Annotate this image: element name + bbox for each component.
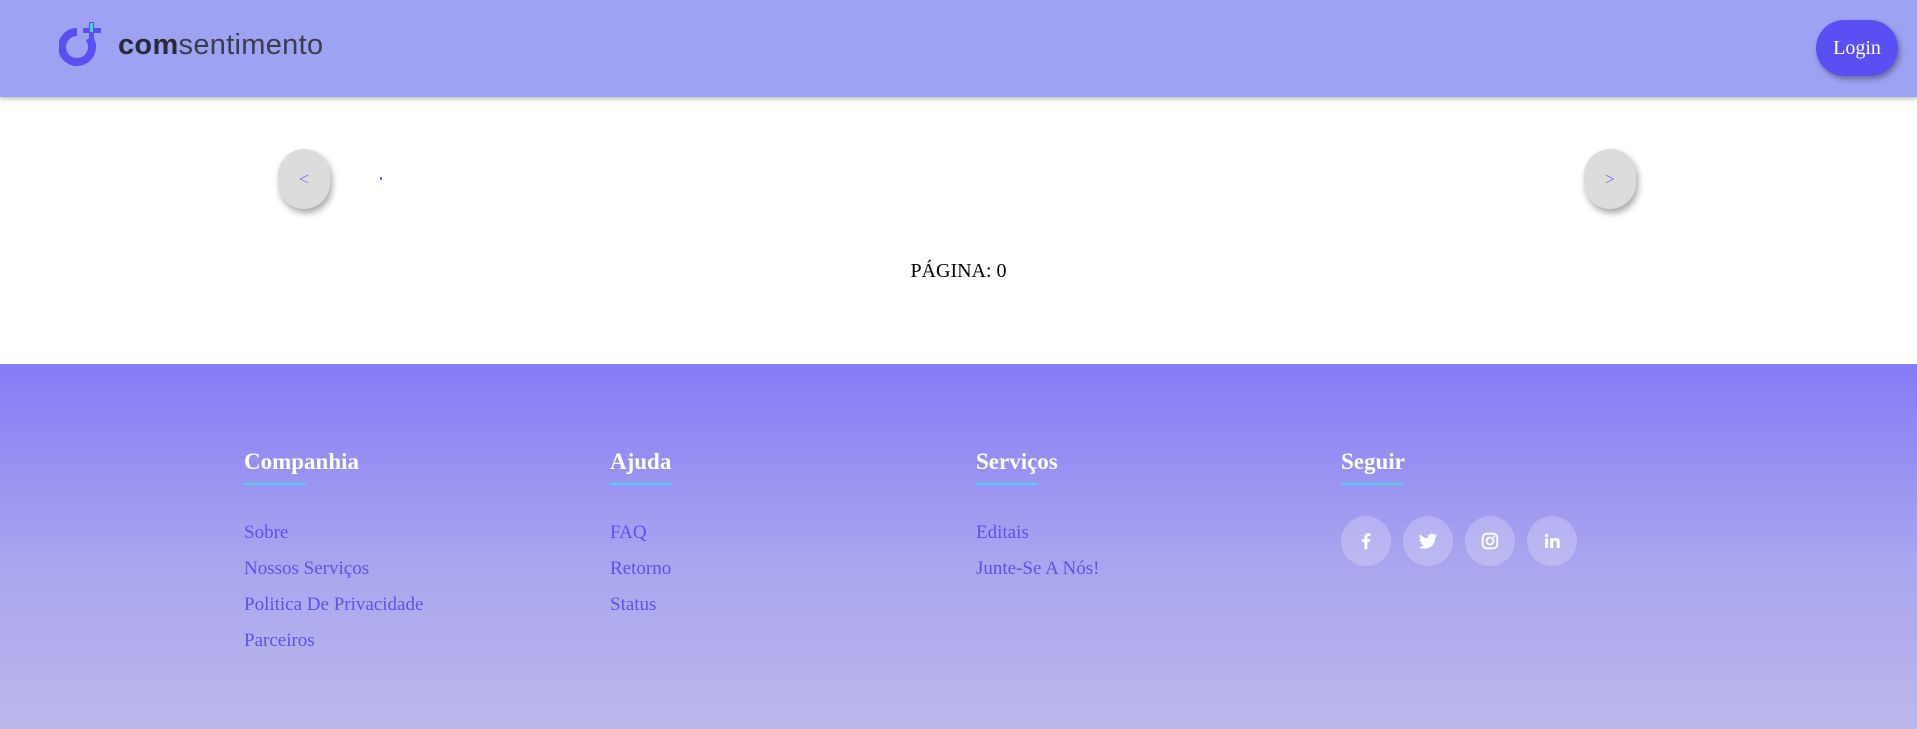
carousel: < > PÁGINA: 0 bbox=[0, 97, 1917, 364]
page-indicator: PÁGINA: 0 bbox=[910, 260, 1007, 282]
footer-link-label[interactable]: Politica De Privacidade bbox=[244, 594, 423, 615]
footer-column-title: Seguir bbox=[1341, 449, 1405, 474]
login-button[interactable]: Login bbox=[1816, 20, 1898, 76]
footer-link-label[interactable]: Junte-Se A Nós! bbox=[976, 558, 1100, 579]
carousel-content-marker bbox=[380, 177, 382, 180]
footer-link-label[interactable]: Retorno bbox=[610, 558, 671, 579]
prev-button[interactable]: < bbox=[278, 149, 330, 209]
twitter-link[interactable] bbox=[1403, 516, 1453, 566]
footer-link-label[interactable]: FAQ bbox=[610, 522, 647, 543]
footer-column-title: Companhia bbox=[244, 449, 360, 474]
footer-column-ajuda: Ajuda FAQ Retorno Status bbox=[610, 450, 672, 623]
linkedin-icon bbox=[1544, 533, 1560, 548]
next-button[interactable]: > bbox=[1584, 149, 1636, 209]
footer-column-title: Ajuda bbox=[610, 449, 672, 474]
title-underline bbox=[244, 483, 306, 485]
footer-link-junte-se[interactable]: Junte-Se A Nós! bbox=[976, 551, 1100, 587]
logo-icon bbox=[58, 20, 105, 70]
footer-links: Sobre Nossos Serviços Politica De Privac… bbox=[244, 515, 423, 659]
footer-link-label[interactable]: Editais bbox=[976, 522, 1029, 543]
footer-column-servicos: Serviços Editais Junte-Se A Nós! bbox=[976, 450, 1100, 587]
social-links bbox=[1341, 516, 1589, 566]
title-underline bbox=[610, 483, 672, 485]
footer-column-title: Serviços bbox=[976, 449, 1058, 474]
footer-link-parceiros[interactable]: Parceiros bbox=[244, 623, 423, 659]
footer-column-companhia: Companhia Sobre Nossos Serviços Politica… bbox=[244, 450, 423, 659]
footer-link-label[interactable]: Sobre bbox=[244, 522, 288, 543]
linkedin-link[interactable] bbox=[1527, 516, 1577, 566]
footer-links: Editais Junte-Se A Nós! bbox=[976, 515, 1100, 587]
footer-link-politica[interactable]: Politica De Privacidade bbox=[244, 587, 423, 623]
facebook-icon bbox=[1361, 533, 1371, 550]
logo-text-rest: sentimento bbox=[178, 28, 324, 61]
footer-link-label[interactable]: Status bbox=[610, 594, 656, 615]
logo-text-bold: com bbox=[118, 28, 179, 61]
footer-link-label[interactable]: Parceiros bbox=[244, 630, 315, 651]
instagram-icon bbox=[1481, 532, 1499, 550]
footer-link-retorno[interactable]: Retorno bbox=[610, 551, 672, 587]
twitter-icon bbox=[1418, 533, 1438, 549]
footer-link-status[interactable]: Status bbox=[610, 587, 672, 623]
title-underline bbox=[976, 483, 1038, 485]
footer-link-editais[interactable]: Editais bbox=[976, 515, 1100, 551]
title-underline bbox=[1341, 483, 1403, 485]
footer-link-nossos-servicos[interactable]: Nossos Serviços bbox=[244, 551, 423, 587]
header: comsentimento Login bbox=[0, 0, 1917, 97]
footer-link-label[interactable]: Nossos Serviços bbox=[244, 558, 369, 579]
footer-links: FAQ Retorno Status bbox=[610, 515, 672, 623]
logo[interactable]: comsentimento bbox=[58, 20, 324, 70]
footer: Companhia Sobre Nossos Serviços Politica… bbox=[0, 364, 1917, 729]
logo-text: comsentimento bbox=[118, 28, 324, 61]
footer-link-sobre[interactable]: Sobre bbox=[244, 515, 423, 551]
instagram-link[interactable] bbox=[1465, 516, 1515, 566]
facebook-link[interactable] bbox=[1341, 516, 1391, 566]
footer-column-seguir: Seguir bbox=[1341, 450, 1589, 566]
footer-link-faq[interactable]: FAQ bbox=[610, 515, 672, 551]
